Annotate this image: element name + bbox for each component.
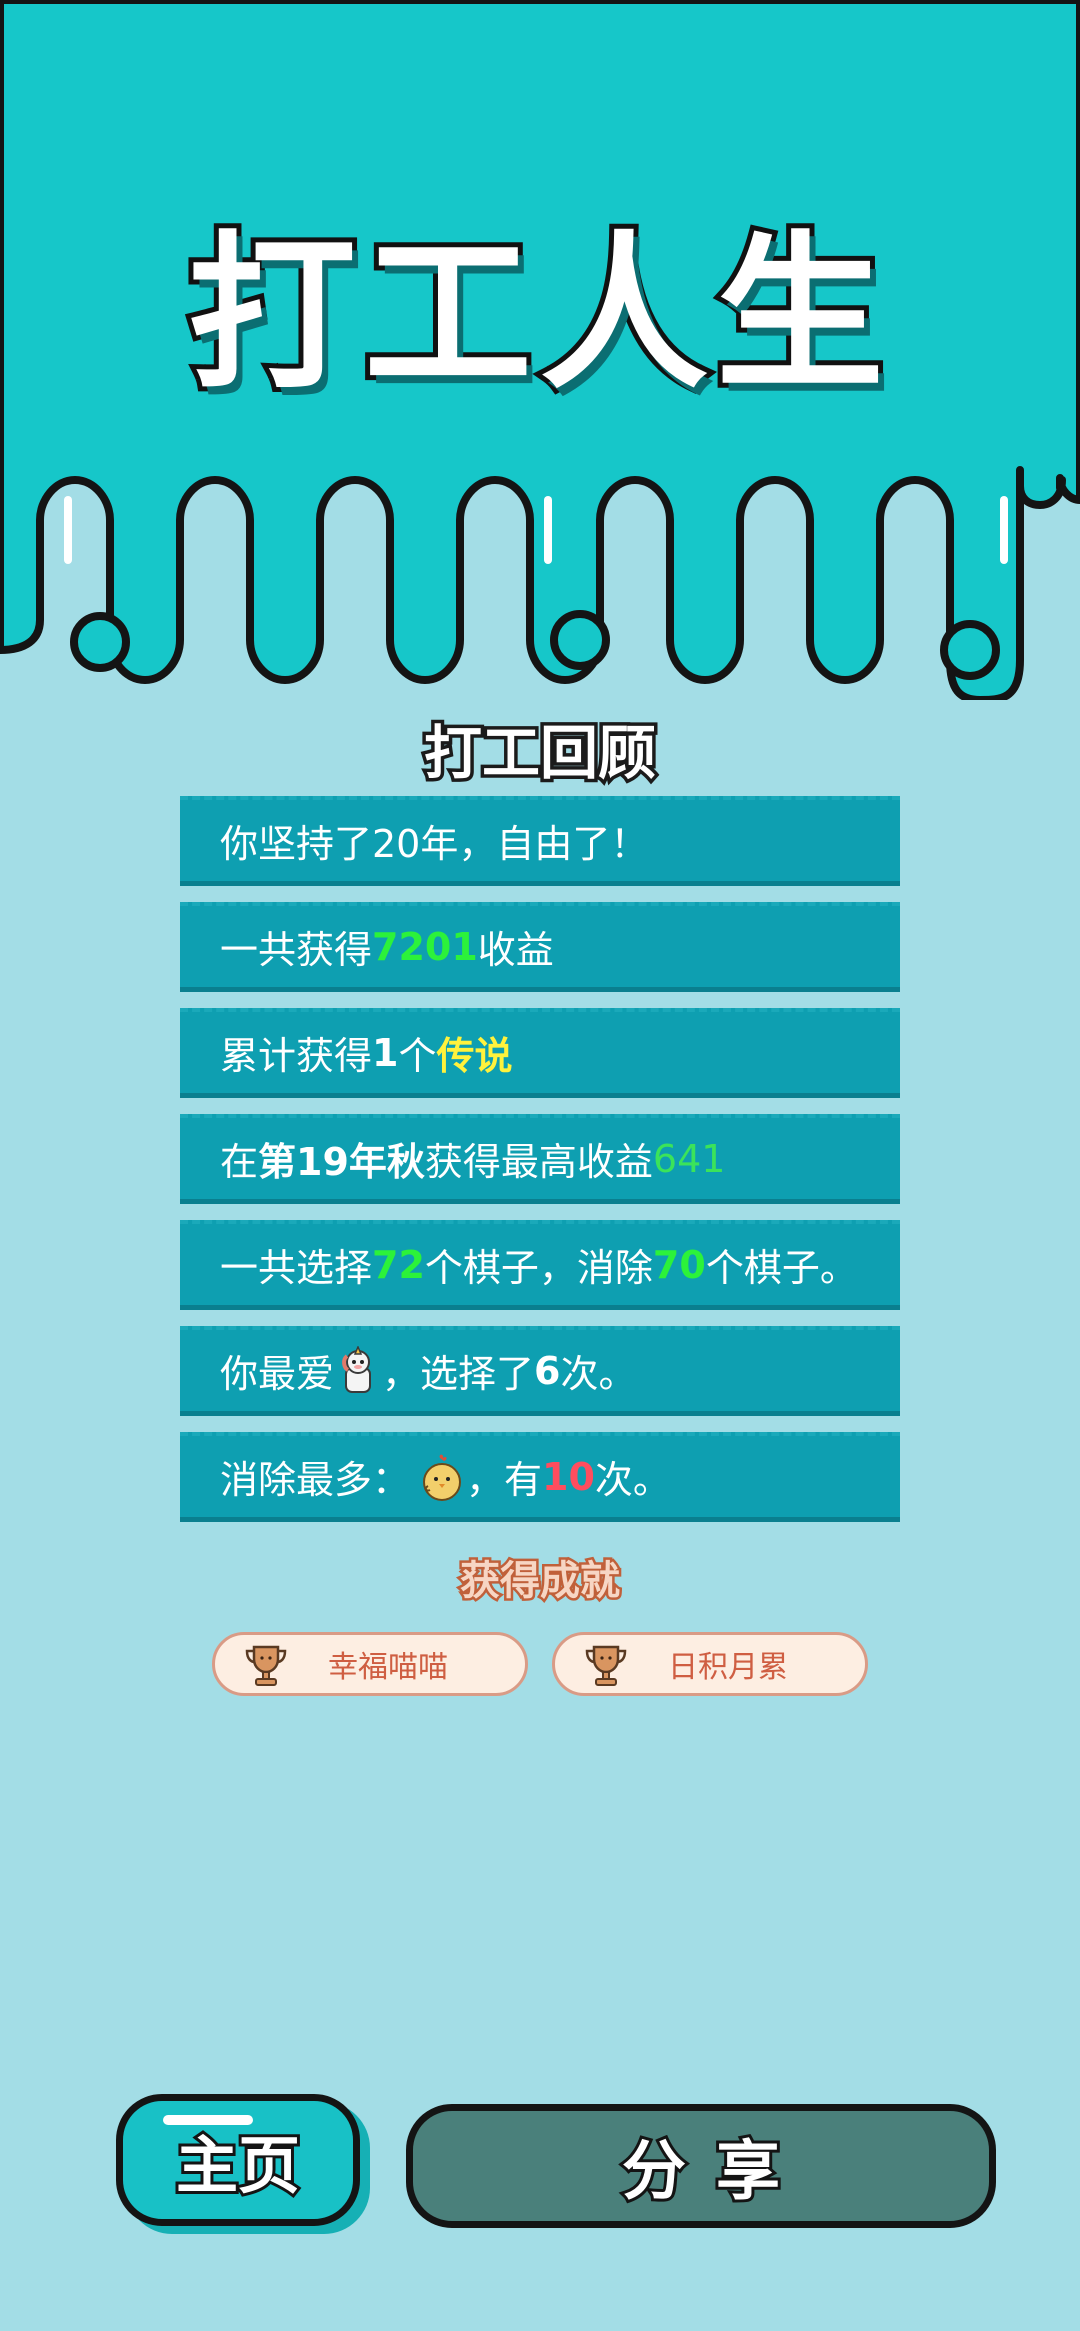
most-removed-suffix: 次。	[594, 1458, 671, 1502]
achievements-title: 获得成就	[458, 1556, 623, 1607]
best-season-value: 641	[652, 1136, 726, 1181]
game-title: 打工人生	[183, 216, 892, 412]
review-row-most-removed: 消除最多： ，有 10 次。	[180, 1432, 900, 1522]
achievement-badge-happy-cat[interactable]: 幸福喵喵	[212, 1632, 528, 1696]
total-income-suffix: 收益	[477, 928, 554, 972]
legend-count: 1	[372, 1030, 399, 1075]
review-row-legend-count: 累计获得 1 个传说	[180, 1008, 900, 1098]
trophy-icon	[245, 1645, 287, 1686]
favorite-prefix: 你最爱	[220, 1352, 335, 1396]
review-row-pieces: 一共选择 72 个棋子，消除 70 个棋子。	[180, 1220, 900, 1310]
pieces-text-3: 个棋子。	[705, 1246, 858, 1290]
best-season-label: 第19年秋	[258, 1140, 425, 1184]
total-income-value: 7201	[372, 924, 478, 969]
most-removed-count: 10	[542, 1454, 595, 1499]
legend-prefix: 累计获得	[220, 1034, 373, 1078]
most-removed-prefix: 消除最多：	[220, 1458, 411, 1502]
favorite-suffix: 次。	[560, 1352, 637, 1396]
legend-rarity: 传说	[436, 1034, 513, 1078]
review-row-favorite: 你最爱 ，选择了 6 次。	[180, 1326, 900, 1416]
pieces-text-1: 一共选择	[220, 1246, 373, 1290]
review-row-total-income: 一共获得 7201 收益	[180, 902, 900, 992]
legend-mid: 个	[398, 1034, 437, 1078]
favorite-count: 6	[534, 1348, 561, 1393]
review-list: 你坚持了20年，自由了！ 一共获得 7201 收益 累计获得 1 个传说 在 第19年秋…	[180, 796, 900, 1538]
review-row-best-season: 在 第19年秋 获得最高收益 641	[180, 1114, 900, 1204]
share-button[interactable]: 分享	[406, 2104, 996, 2228]
home-button-label: 主页	[173, 2126, 303, 2205]
best-season-prefix: 在	[220, 1140, 259, 1184]
pieces-selected-count: 72	[372, 1242, 425, 1287]
review-years-text: 你坚持了20年，自由了！	[220, 822, 649, 866]
button-shine	[163, 2115, 253, 2125]
chick-icon	[423, 1454, 462, 1501]
achievement-label: 日积月累	[668, 1650, 788, 1685]
share-button-label: 分享	[619, 2132, 810, 2212]
total-income-prefix: 一共获得	[220, 928, 373, 972]
best-season-mid: 获得最高收益	[424, 1140, 653, 1184]
achievement-badge-accumulate[interactable]: 日积月累	[552, 1632, 868, 1696]
most-removed-mid: ，有	[466, 1458, 543, 1502]
pieces-removed-count: 70	[652, 1242, 706, 1287]
favorite-mid: ，选择了	[382, 1352, 535, 1396]
trophy-icon	[585, 1645, 627, 1686]
pieces-text-2: 个棋子，消除	[424, 1246, 653, 1290]
review-section-title: 打工回顾	[420, 716, 659, 791]
review-row-years: 你坚持了20年，自由了！	[180, 796, 900, 886]
achievement-label: 幸福喵喵	[328, 1650, 448, 1685]
unicorn-icon	[342, 1345, 372, 1393]
home-button[interactable]: 主页	[116, 2094, 360, 2226]
